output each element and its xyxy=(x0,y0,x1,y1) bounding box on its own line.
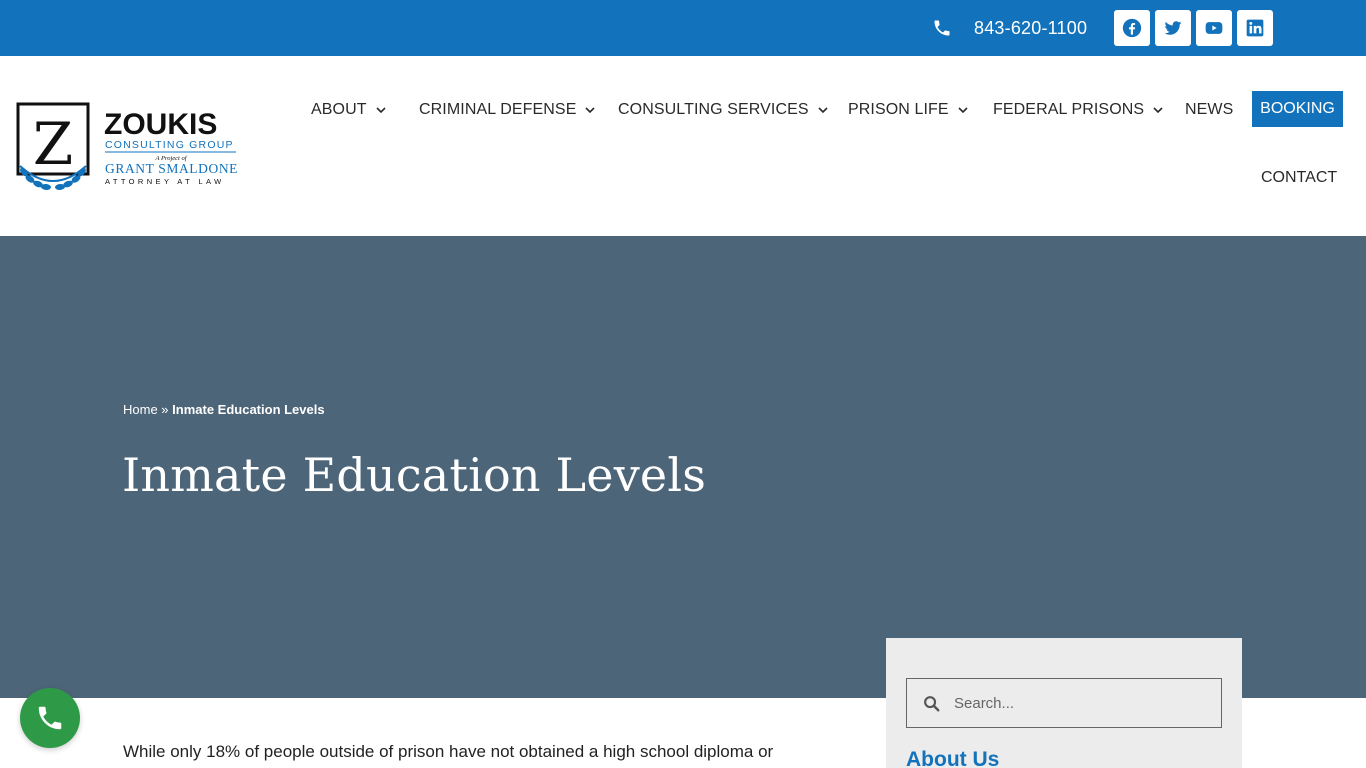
nav-news-label: NEWS xyxy=(1185,101,1234,118)
top-bar: 843-620-1100 xyxy=(0,0,1366,56)
nav-about-label: ABOUT xyxy=(311,101,367,118)
nav-about[interactable]: ABOUT xyxy=(311,98,387,122)
site-header: Z ZOUKIS CONSULTING GROUP A Project of G… xyxy=(0,56,1366,236)
nav-consulting-services[interactable]: CONSULTING SERVICES xyxy=(618,98,829,122)
phone-icon xyxy=(934,20,950,36)
facebook-button[interactable] xyxy=(1114,10,1150,46)
youtube-button[interactable] xyxy=(1196,10,1232,46)
twitter-icon xyxy=(1164,21,1182,35)
breadcrumb: Home » Inmate Education Levels xyxy=(123,402,325,417)
phone-icon xyxy=(38,706,62,730)
search-box[interactable] xyxy=(906,678,1222,728)
chevron-down-icon xyxy=(818,107,828,114)
twitter-button[interactable] xyxy=(1155,10,1191,46)
nav-prison-life[interactable]: PRISON LIFE xyxy=(848,98,969,122)
nav-consulting-services-label: CONSULTING SERVICES xyxy=(618,101,809,118)
zoukis-logo[interactable]: Z ZOUKIS CONSULTING GROUP A Project of G… xyxy=(14,102,240,194)
nav-criminal-defense-label: CRIMINAL DEFENSE xyxy=(419,101,577,118)
nav-federal-prisons-label: FEDERAL PRISONS xyxy=(993,101,1145,118)
about-us-heading: About Us xyxy=(906,748,1000,768)
phone-number[interactable]: 843-620-1100 xyxy=(974,18,1087,39)
svg-text:ATTORNEY AT LAW: ATTORNEY AT LAW xyxy=(105,177,225,186)
page-title: Inmate Education Levels xyxy=(122,448,707,502)
chevron-down-icon xyxy=(958,107,968,114)
chevron-down-icon xyxy=(1153,107,1163,114)
chevron-down-icon xyxy=(585,107,596,114)
sidebar: About Us xyxy=(886,638,1242,768)
nav-prison-life-label: PRISON LIFE xyxy=(848,101,949,118)
nav-news[interactable]: NEWS xyxy=(1185,98,1233,122)
nav-federal-prisons[interactable]: FEDERAL PRISONS xyxy=(993,98,1164,122)
intro-paragraph: While only 18% of people outside of pris… xyxy=(123,742,774,761)
breadcrumb-current: Inmate Education Levels xyxy=(172,402,325,417)
linkedin-button[interactable] xyxy=(1237,10,1273,46)
breadcrumb-separator: » xyxy=(157,402,173,417)
svg-text:CONSULTING GROUP: CONSULTING GROUP xyxy=(105,139,234,151)
phone-link[interactable]: 843-620-1100 xyxy=(932,14,1087,42)
facebook-icon xyxy=(1122,18,1142,38)
nav-criminal-defense[interactable]: CRIMINAL DEFENSE xyxy=(419,98,596,122)
youtube-icon xyxy=(1205,22,1223,34)
svg-text:GRANT SMALDONE: GRANT SMALDONE xyxy=(105,161,238,176)
svg-text:ZOUKIS: ZOUKIS xyxy=(104,108,217,141)
breadcrumb-home[interactable]: Home xyxy=(123,402,158,417)
page-hero: Home » Inmate Education Levels Inmate Ed… xyxy=(0,236,1366,698)
call-button[interactable] xyxy=(20,688,80,748)
search-input[interactable] xyxy=(954,694,1204,712)
chevron-down-icon xyxy=(376,107,386,114)
search-icon[interactable] xyxy=(923,695,940,712)
nav-contact[interactable]: CONTACT xyxy=(1261,169,1337,187)
svg-text:Z: Z xyxy=(33,110,73,178)
booking-button[interactable]: BOOKING xyxy=(1252,91,1343,127)
linkedin-icon xyxy=(1246,19,1264,37)
